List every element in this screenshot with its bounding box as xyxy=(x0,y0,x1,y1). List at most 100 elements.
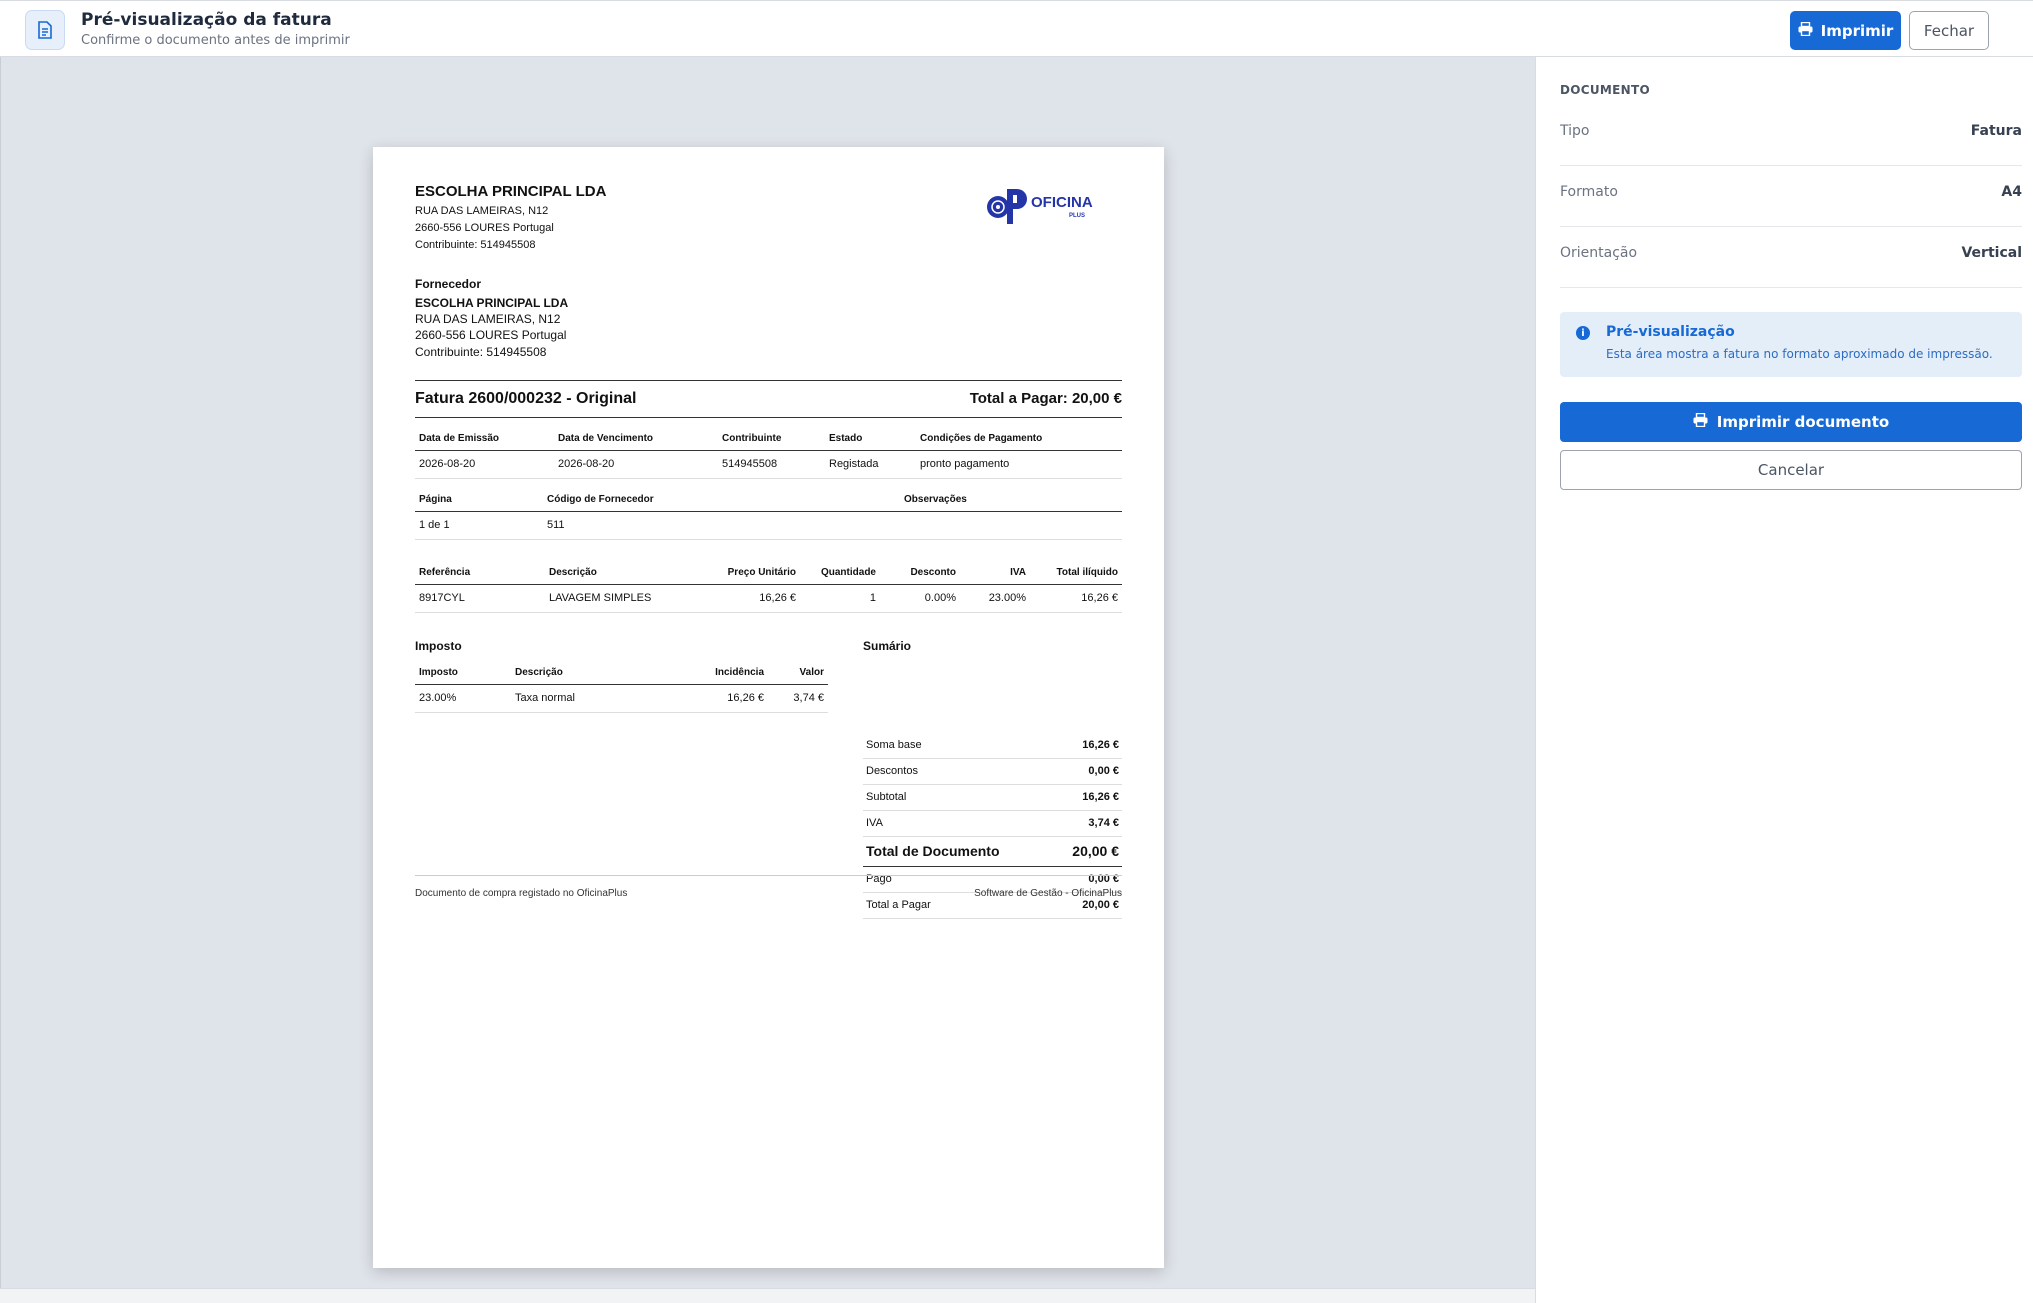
info-text: Esta área mostra a fatura no formato apr… xyxy=(1606,347,1993,361)
prop-row-format: Formato A4 xyxy=(1560,166,2022,227)
company-tax-id: Contribuinte: 514945508 xyxy=(415,239,536,251)
observations xyxy=(900,511,1122,540)
summary-value: 3,74 € xyxy=(1050,810,1122,837)
printer-icon xyxy=(1798,21,1813,40)
lines-header: Total ilíquido xyxy=(1030,562,1122,585)
logo-sub-text: PLUS xyxy=(1069,213,1085,219)
page-number: 1 de 1 xyxy=(415,511,543,540)
summary-label: Soma base xyxy=(863,732,1051,759)
prop-value: Fatura xyxy=(1970,123,2022,139)
supplier-tax-id: Contribuinte: 514945508 xyxy=(415,345,547,359)
line-reference: 8917CYL xyxy=(415,584,545,613)
prop-value: Vertical xyxy=(1961,245,2022,261)
print-button[interactable]: Imprimir xyxy=(1790,11,1901,50)
horizontal-scrollbar[interactable] xyxy=(0,1288,1535,1303)
summary-value: 16,26 € xyxy=(1050,732,1122,759)
prop-label: Tipo xyxy=(1560,123,1590,139)
table-row: 2026-08-20 2026-08-20 514945508 Registad… xyxy=(415,450,1122,479)
supplier-label: Fornecedor xyxy=(415,277,482,291)
meta-header: Data de Emissão xyxy=(415,428,554,451)
tax-incidence: 16,26 € xyxy=(691,684,768,713)
summary-value: 16,26 € xyxy=(1050,784,1122,811)
invoice-paper: ESCOLHA PRINCIPAL LDA RUA DAS LAMEIRAS, … xyxy=(373,147,1164,1268)
meta-header: Data de Vencimento xyxy=(554,428,718,451)
panel-heading: DOCUMENTO xyxy=(1560,83,1650,97)
preview-info-box: i Pré-visualização Esta área mostra a fa… xyxy=(1560,312,2022,377)
supplier-code: 511 xyxy=(543,511,900,540)
tax-value: 3,74 € xyxy=(768,684,828,713)
prop-label: Formato xyxy=(1560,184,1618,200)
prop-value: A4 xyxy=(2001,184,2022,200)
summary-row: Subtotal 16,26 € xyxy=(863,784,1122,811)
line-vat: 23.00% xyxy=(960,584,1030,613)
tax-section-title: Imposto xyxy=(415,639,462,653)
tax-header: Imposto xyxy=(415,662,511,685)
line-discount: 0.00% xyxy=(880,584,960,613)
document-title: Fatura 2600/000232 - Original xyxy=(415,390,637,407)
info-title: Pré-visualização xyxy=(1606,324,1735,340)
company-city: 2660-556 LOURES Portugal xyxy=(415,222,554,234)
summary-label: IVA xyxy=(863,810,1051,837)
summary-value: 20,00 € xyxy=(1050,836,1122,867)
document-total-to-pay: Total a Pagar: 20,00 € xyxy=(969,390,1122,407)
summary-row: Soma base 16,26 € xyxy=(863,732,1122,759)
document-side-panel: DOCUMENTO Tipo Fatura Formato A4 Orienta… xyxy=(1535,57,2033,1303)
issue-date: 2026-08-20 xyxy=(415,450,554,479)
summary-value: 0,00 € xyxy=(1050,758,1122,785)
logo-main-text: OFICINA xyxy=(1031,194,1093,211)
lines-header: Descrição xyxy=(545,562,695,585)
payment-terms: pronto pagamento xyxy=(916,450,1122,479)
meta-header: Contribuinte xyxy=(718,428,825,451)
info-icon: i xyxy=(1576,326,1590,340)
preview-area[interactable]: ESCOLHA PRINCIPAL LDA RUA DAS LAMEIRAS, … xyxy=(0,57,1535,1288)
close-button[interactable]: Fechar xyxy=(1909,11,1989,50)
tax-id-value: 514945508 xyxy=(718,450,825,479)
summary-label: Descontos xyxy=(863,758,1051,785)
document-title-bar: Fatura 2600/000232 - Original Total a Pa… xyxy=(415,380,1122,418)
company-name: ESCOLHA PRINCIPAL LDA xyxy=(415,183,607,200)
tax-header: Descrição xyxy=(511,662,691,685)
top-bar: Pré-visualização da fatura Confirme o do… xyxy=(0,0,2033,57)
summary-label: Subtotal xyxy=(863,784,1051,811)
summary-title: Sumário xyxy=(863,639,912,653)
lines-header: Desconto xyxy=(880,562,960,585)
lines-header: Quantidade xyxy=(800,562,880,585)
supplier-city: 2660-556 LOURES Portugal xyxy=(415,328,567,342)
oficina-plus-logo: OFICINA PLUS xyxy=(985,183,1115,227)
lines-table: Referência Descrição Preço Unitário Quan… xyxy=(415,562,1122,613)
company-address: RUA DAS LAMEIRAS, N12 xyxy=(415,205,549,217)
lines-header: IVA xyxy=(960,562,1030,585)
print-document-button[interactable]: Imprimir documento xyxy=(1560,402,2022,442)
line-description: LAVAGEM SIMPLES xyxy=(545,584,695,613)
summary-label: Total de Documento xyxy=(863,836,1051,867)
supplier-address: RUA DAS LAMEIRAS, N12 xyxy=(415,312,561,326)
meta-header: Observações xyxy=(900,489,1122,512)
printer-icon xyxy=(1693,412,1708,431)
line-total: 16,26 € xyxy=(1030,584,1122,613)
line-quantity: 1 xyxy=(800,584,880,613)
summary-row: IVA 3,74 € xyxy=(863,810,1122,837)
tax-header: Incidência xyxy=(691,662,768,685)
summary-row: Descontos 0,00 € xyxy=(863,758,1122,785)
footer-divider xyxy=(415,875,1122,876)
meta-header: Código de Fornecedor xyxy=(543,489,900,512)
table-row: 23.00% Taxa normal 16,26 € 3,74 € xyxy=(415,684,828,713)
tax-description: Taxa normal xyxy=(511,684,691,713)
status-value: Registada xyxy=(825,450,916,479)
meta-header: Condições de Pagamento xyxy=(916,428,1122,451)
meta-table-2: Página Código de Fornecedor Observações … xyxy=(415,489,1122,540)
prop-label: Orientação xyxy=(1560,245,1638,261)
footer-left-text: Documento de compra registado no Oficina… xyxy=(415,888,628,899)
line-unit-price: 16,26 € xyxy=(695,584,800,613)
document-icon xyxy=(25,10,65,50)
prop-row-orientation: Orientação Vertical xyxy=(1560,227,2022,288)
table-row: 8917CYL LAVAGEM SIMPLES 16,26 € 1 0.00% … xyxy=(415,584,1122,613)
lines-header: Referência xyxy=(415,562,545,585)
print-button-label: Imprimir xyxy=(1820,21,1894,40)
cancel-button[interactable]: Cancelar xyxy=(1560,450,2022,490)
footer-right-text: Software de Gestão - OficinaPlus xyxy=(974,888,1122,899)
tax-table: Imposto Descrição Incidência Valor 23.00… xyxy=(415,662,828,713)
lines-header: Preço Unitário xyxy=(695,562,800,585)
meta-header: Página xyxy=(415,489,543,512)
summary-row-total: Total de Documento 20,00 € xyxy=(863,836,1122,867)
